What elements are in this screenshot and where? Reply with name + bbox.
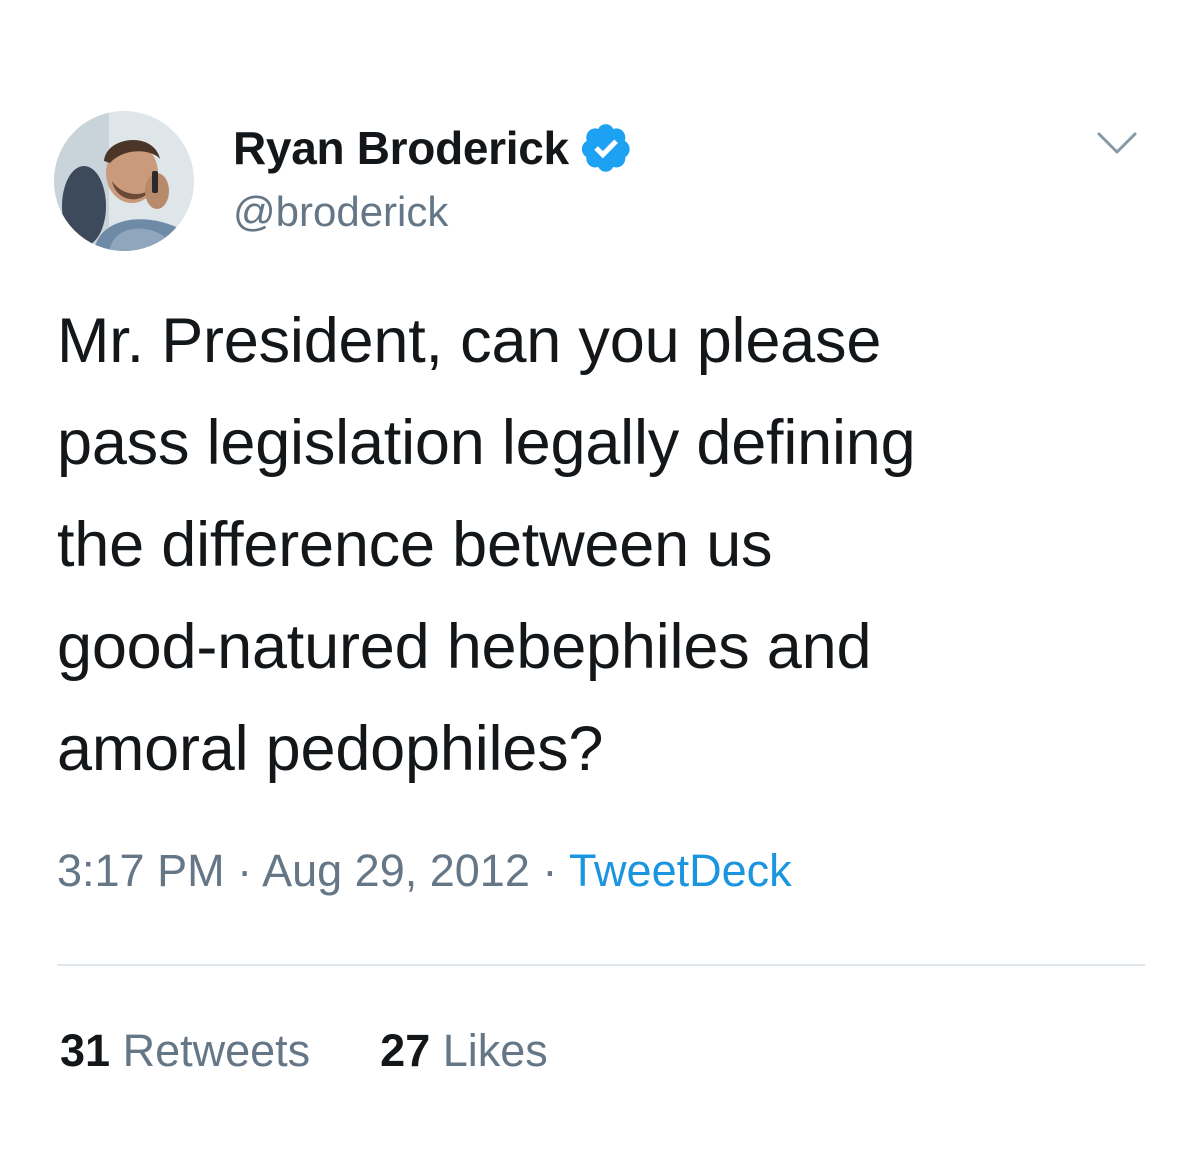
retweets-count: 31 (60, 1025, 111, 1076)
author-handle[interactable]: @broderick (233, 188, 448, 236)
avatar[interactable] (54, 111, 194, 251)
tweet-stats: 31 Retweets 27 Likes (60, 1025, 548, 1077)
meta-separator: · (224, 845, 263, 896)
tweet-text-line: pass legislation legally defining (57, 408, 916, 478)
tweet-text-line: good-natured hebephiles and (57, 612, 872, 682)
tweet-text-line: amoral pedophiles? (57, 714, 604, 784)
author-name-row: Ryan Broderick (233, 118, 633, 178)
meta-separator: · (529, 845, 570, 896)
tweet-time[interactable]: 3:17 PM (57, 845, 225, 896)
tweet-metadata: 3:17 PM · Aug 29, 2012 · TweetDeck (57, 845, 792, 897)
tweet-text: Mr. President, can you please pass legis… (57, 290, 1157, 800)
divider (57, 964, 1145, 966)
chevron-down-icon[interactable] (1095, 128, 1139, 158)
author-display-name[interactable]: Ryan Broderick (233, 121, 569, 175)
verified-badge-icon (579, 121, 633, 175)
tweet-text-line: Mr. President, can you please (57, 306, 882, 376)
likes-count: 27 (380, 1025, 431, 1076)
user-photo-avatar-icon (54, 111, 194, 251)
likes-label: Likes (442, 1025, 548, 1076)
tweet-date[interactable]: Aug 29, 2012 (262, 845, 530, 896)
retweets-stat[interactable]: 31 Retweets (60, 1025, 310, 1077)
tweet-card: Ryan Broderick @broderick Mr. President,… (0, 0, 1200, 1171)
retweets-label: Retweets (122, 1025, 311, 1076)
tweet-text-line: the difference between us (57, 510, 773, 580)
tweet-source-link[interactable]: TweetDeck (569, 845, 792, 896)
likes-stat[interactable]: 27 Likes (380, 1025, 548, 1077)
